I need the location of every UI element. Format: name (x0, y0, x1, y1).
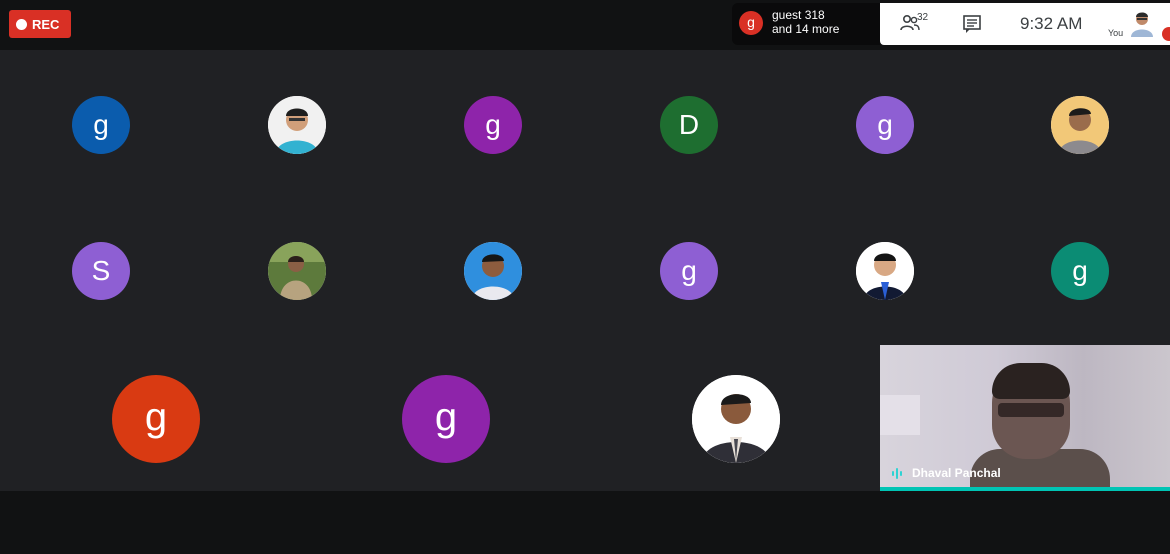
mic-off-icon (1162, 27, 1170, 41)
participant-photo[interactable] (692, 375, 780, 463)
record-dot-icon (16, 18, 27, 30)
active-speaker-bar (880, 487, 1170, 491)
video-participant-name: Dhaval Panchal (912, 466, 1001, 480)
participant-photo[interactable] (268, 96, 326, 154)
avatar-initial: g (877, 109, 893, 140)
speaker-avatar: g (739, 11, 763, 35)
participant-tile[interactable]: g (660, 242, 718, 300)
participant-tile[interactable]: S (72, 242, 130, 300)
recording-label: REC (32, 16, 60, 32)
chat-button[interactable] (962, 14, 982, 34)
avatar-initial: g (1072, 255, 1088, 286)
participant-photo[interactable] (464, 242, 522, 300)
avatar-initial: g (434, 395, 458, 439)
participant-tile[interactable]: D (660, 96, 718, 154)
active-speakers[interactable]: g guest 318 and 14 more (732, 3, 880, 45)
bottom-area (0, 491, 1170, 554)
video-tile[interactable]: Dhaval Panchal (880, 345, 1170, 491)
avatar-initial: S (91, 255, 111, 286)
avatar-initial: g (681, 255, 697, 286)
video-nametag: Dhaval Panchal (892, 466, 1001, 480)
meeting-toolbar: 32 9:32 AM You (880, 3, 1170, 45)
participant-photo[interactable] (268, 242, 326, 300)
chat-icon (963, 15, 981, 33)
participant-photo[interactable] (856, 242, 914, 300)
participant-tile[interactable]: g (112, 375, 200, 463)
speaker-more: and 14 more (772, 22, 840, 36)
avatar-initial: g (93, 109, 109, 140)
speaker-name: guest 318 (772, 8, 825, 22)
avatar-initial: g (144, 395, 168, 439)
self-avatar[interactable] (1128, 9, 1156, 37)
recording-indicator: REC (9, 10, 71, 38)
avatar-initial: D (678, 109, 700, 140)
participant-tile[interactable]: g (72, 96, 130, 154)
participant-count: 32 (917, 12, 929, 23)
participant-tile[interactable]: g (1051, 242, 1109, 300)
people-button[interactable]: 32 (900, 12, 930, 35)
participant-tile[interactable]: g (856, 96, 914, 154)
participant-photo[interactable] (1051, 96, 1109, 154)
avatar-initial: g (485, 109, 501, 140)
participant-tile[interactable]: g (402, 375, 490, 463)
self-label: You (1108, 28, 1124, 38)
audio-wave-icon (892, 467, 904, 479)
participant-tile[interactable]: g (464, 96, 522, 154)
meeting-time: 9:32 AM (1020, 14, 1083, 33)
